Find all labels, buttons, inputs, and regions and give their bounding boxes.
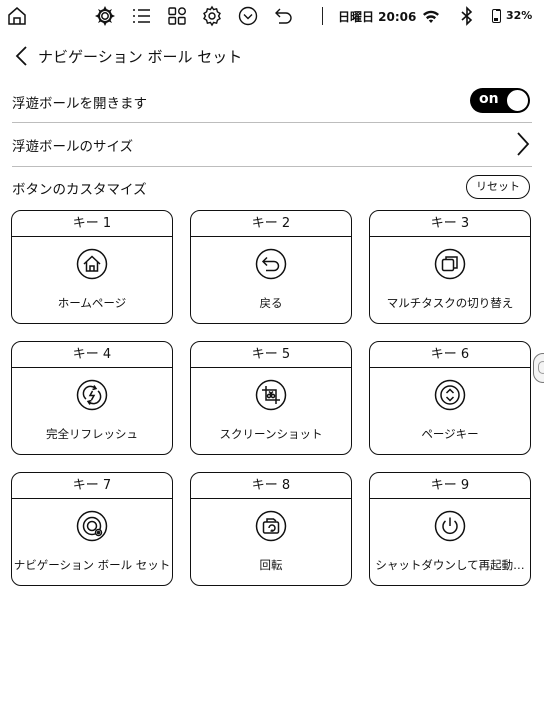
settings-gear-icon[interactable] — [201, 5, 223, 27]
home-icon — [76, 248, 108, 280]
ball-size-row[interactable]: 浮遊ボールのサイズ — [0, 124, 544, 164]
status-separator — [322, 7, 323, 25]
chevron-circle-icon[interactable] — [237, 5, 259, 27]
key-card-1[interactable]: キー 1 ホームページ — [11, 210, 173, 324]
key-card-5[interactable]: キー 5 スクリーンショット — [190, 341, 352, 455]
apps-grid-icon[interactable] — [166, 5, 188, 27]
battery-percent: 32% — [506, 9, 533, 22]
home-outline-icon[interactable] — [6, 5, 28, 27]
wifi-icon — [420, 5, 442, 27]
key-title: キー 4 — [12, 342, 172, 368]
key-action-label: マルチタスクの切り替え — [386, 296, 514, 310]
status-bar: 日曜日 20:06 32% — [0, 0, 544, 32]
status-datetime: 日曜日 20:06 — [338, 10, 417, 24]
customize-row: ボタンのカスタマイズ — [0, 170, 544, 204]
key-card-3[interactable]: キー 3 マルチタスクの切り替え — [369, 210, 531, 324]
nav-ball-icon — [76, 510, 108, 542]
customize-label: ボタンのカスタマイズ — [12, 182, 147, 198]
floating-ball-handle[interactable] — [533, 353, 544, 383]
chevron-right-icon[interactable] — [512, 129, 532, 159]
key-action-label: ホームページ — [57, 296, 127, 310]
key-card-7[interactable]: キー 7 ナビゲーション ボール セット — [11, 472, 173, 586]
battery-indicator: 32% — [492, 8, 542, 26]
key-action-label: ナビゲーション ボール セット — [13, 558, 171, 572]
multitask-icon — [434, 248, 466, 280]
refresh-icon — [76, 379, 108, 411]
battery-icon — [492, 9, 501, 23]
key-card-6[interactable]: キー 6 ページキー — [369, 341, 531, 455]
page-key-icon — [434, 379, 466, 411]
row-divider — [12, 166, 532, 167]
row-divider — [12, 122, 532, 123]
open-ball-label: 浮遊ボールを開きます — [12, 96, 147, 112]
bluetooth-icon — [456, 5, 478, 27]
key-action-label: 完全リフレッシュ — [46, 427, 138, 441]
undo-arrow-icon[interactable] — [273, 5, 295, 27]
gear-flower-icon[interactable] — [94, 5, 116, 27]
open-ball-toggle[interactable]: on — [470, 88, 530, 113]
list-icon[interactable] — [130, 5, 152, 27]
key-card-4[interactable]: キー 4 完全リフレッシュ — [11, 341, 173, 455]
ball-size-label: 浮遊ボールのサイズ — [12, 139, 134, 155]
key-title: キー 5 — [191, 342, 351, 368]
key-title: キー 9 — [370, 473, 530, 499]
power-icon — [434, 510, 466, 542]
key-card-8[interactable]: キー 8 回転 — [190, 472, 352, 586]
key-title: キー 8 — [191, 473, 351, 499]
key-title: キー 6 — [370, 342, 530, 368]
key-action-label: ページキー — [421, 427, 479, 441]
key-title: キー 3 — [370, 211, 530, 237]
key-title: キー 2 — [191, 211, 351, 237]
page-header: ナビゲーション ボール セット — [0, 36, 544, 76]
key-title: キー 1 — [12, 211, 172, 237]
key-action-label: 回転 — [259, 558, 283, 572]
screenshot-icon — [255, 379, 287, 411]
rotate-icon — [255, 510, 287, 542]
reset-button[interactable]: リセット — [466, 175, 530, 199]
page-title: ナビゲーション ボール セット — [38, 48, 243, 66]
key-card-9[interactable]: キー 9 シャットダウンして再起動… — [369, 472, 531, 586]
key-card-2[interactable]: キー 2 戻る — [190, 210, 352, 324]
toggle-text: on — [479, 91, 499, 107]
key-title: キー 7 — [12, 473, 172, 499]
toggle-knob — [506, 89, 529, 112]
key-action-label: 戻る — [259, 296, 283, 310]
key-action-label: シャットダウンして再起動… — [375, 558, 525, 572]
back-arrow-icon — [255, 248, 287, 280]
back-chevron-icon[interactable] — [10, 44, 34, 68]
open-ball-row: 浮遊ボールを開きます — [0, 80, 544, 122]
key-action-label: スクリーンショット — [219, 427, 323, 441]
